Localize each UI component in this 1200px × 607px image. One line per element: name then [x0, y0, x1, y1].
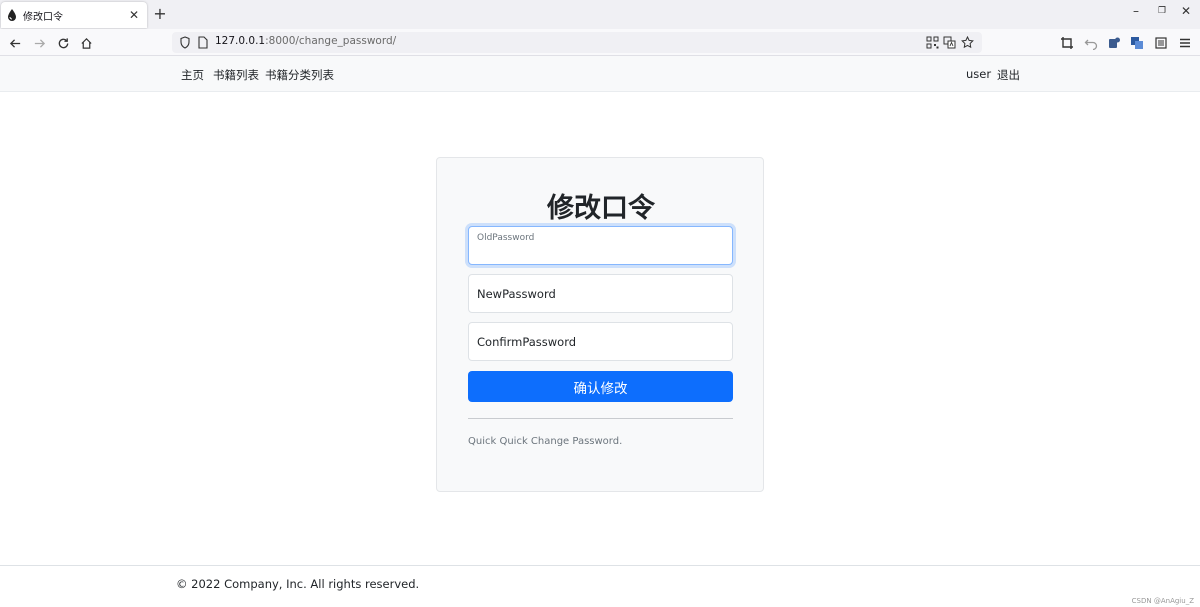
- nav-link-logout[interactable]: 退出: [997, 67, 1020, 83]
- tab-title: 修改口令: [23, 11, 63, 23]
- new-password-field[interactable]: NewPassword: [468, 274, 733, 313]
- nav-link-home[interactable]: 主页: [181, 67, 204, 83]
- nav-link-book-list[interactable]: 书籍列表: [213, 67, 259, 83]
- new-password-placeholder: NewPassword: [477, 287, 556, 301]
- tab-close-icon[interactable]: ✕: [127, 8, 141, 22]
- arrow-left-icon: [9, 38, 20, 48]
- browser-tab-strip: 修改口令 ✕ + – ❐ ✕: [0, 0, 1200, 29]
- reader-list-icon[interactable]: [1154, 36, 1168, 50]
- menu-icon[interactable]: [1178, 36, 1192, 50]
- url-text[interactable]: 127.0.0.1:8000/change_password/: [215, 35, 396, 47]
- restore-button[interactable]: ❐: [1150, 6, 1174, 16]
- translator-extension-icon[interactable]: [1130, 36, 1144, 50]
- url-host: 127.0.0.1: [215, 35, 266, 47]
- forward-button[interactable]: [30, 34, 48, 52]
- undo-icon[interactable]: [1084, 36, 1098, 50]
- star-icon[interactable]: [961, 36, 974, 49]
- nav-user[interactable]: user: [966, 67, 991, 81]
- browser-navbar: 127.0.0.1:8000/change_password/: [0, 29, 1200, 56]
- site-navbar: 主页 书籍列表 书籍分类列表 user 退出: [0, 56, 1200, 92]
- url-bar[interactable]: 127.0.0.1:8000/change_password/: [172, 32, 982, 53]
- translate-icon[interactable]: [943, 36, 956, 49]
- page-title: 修改口令: [547, 193, 655, 224]
- new-tab-button[interactable]: +: [152, 5, 168, 23]
- divider: [468, 418, 733, 419]
- form-note: Quick Quick Change Password.: [468, 436, 623, 447]
- minimize-button[interactable]: –: [1124, 4, 1148, 18]
- old-password-field[interactable]: OldPassword: [468, 226, 733, 265]
- droplet-icon: [8, 9, 16, 21]
- confirm-password-placeholder: ConfirmPassword: [477, 335, 577, 349]
- shield-icon[interactable]: [179, 36, 191, 49]
- page-footer: © 2022 Company, Inc. All rights reserved…: [0, 565, 1200, 607]
- old-password-label: OldPassword: [477, 233, 535, 243]
- qr-code-icon[interactable]: [926, 36, 939, 49]
- close-window-button[interactable]: ✕: [1174, 4, 1198, 18]
- reload-button[interactable]: [54, 34, 72, 52]
- nav-link-category-list[interactable]: 书籍分类列表: [265, 67, 334, 83]
- confirm-password-field[interactable]: ConfirmPassword: [468, 322, 733, 361]
- reload-icon: [58, 37, 68, 48]
- watermark: CSDN @AnAgiu_Z: [1131, 597, 1194, 605]
- confirm-change-button[interactable]: 确认修改: [468, 371, 733, 402]
- home-button[interactable]: [77, 34, 95, 52]
- extension-icon[interactable]: [1107, 36, 1121, 50]
- change-password-card: 修改口令 OldPassword NewPassword ConfirmPass…: [436, 157, 764, 492]
- arrow-right-icon: [34, 38, 45, 48]
- back-button[interactable]: [6, 34, 24, 52]
- url-path: :8000/change_password/: [265, 35, 397, 47]
- crop-icon[interactable]: [1060, 36, 1074, 50]
- browser-tab[interactable]: 修改口令 ✕: [1, 2, 147, 28]
- home-icon: [80, 37, 92, 49]
- page-icon[interactable]: [198, 36, 208, 49]
- copyright-text: © 2022 Company, Inc. All rights reserved…: [176, 577, 420, 591]
